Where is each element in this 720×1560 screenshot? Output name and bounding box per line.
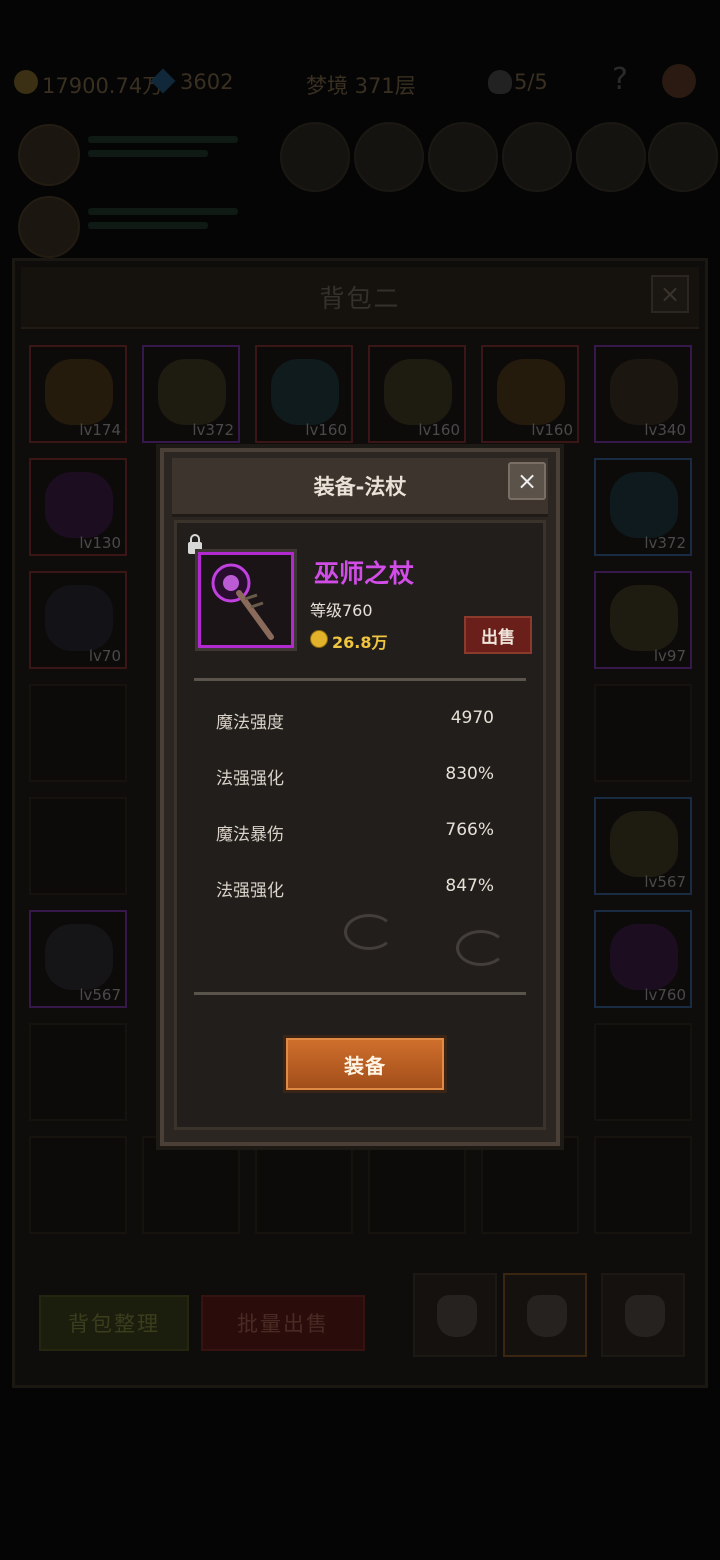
pendant-icon xyxy=(271,359,339,425)
amulet-icon xyxy=(497,359,565,425)
gold-amount: 17900.74万 xyxy=(42,74,164,98)
inventory-slot[interactable]: lv160 xyxy=(481,345,579,443)
pouch-icon xyxy=(437,1295,477,1337)
modal-title: 装备-法杖 xyxy=(172,458,548,517)
stat-label: 法强强化 xyxy=(216,769,284,789)
inventory-slot[interactable]: lv372 xyxy=(142,345,240,443)
inventory-slot-empty[interactable] xyxy=(29,797,127,895)
inventory-slot[interactable]: lv174 xyxy=(29,345,127,443)
hero-hp-bar xyxy=(88,208,238,215)
sell-button[interactable]: 出售 xyxy=(464,616,532,654)
stat-value: 766% xyxy=(445,820,494,840)
inventory-slot[interactable]: lv567 xyxy=(29,910,127,1008)
wizard-staff-icon xyxy=(211,563,274,640)
inventory-slot[interactable]: lv160 xyxy=(368,345,466,443)
inventory-slot[interactable]: lv760 xyxy=(594,910,692,1008)
hero-mp-bar xyxy=(88,222,208,229)
gold-coin-icon xyxy=(14,70,38,94)
stat-row: 法强强化 847% xyxy=(216,876,494,906)
inventory-slot[interactable]: lv160 xyxy=(255,345,353,443)
inventory-slot-empty[interactable] xyxy=(594,1136,692,1234)
backpack-tab-3[interactable] xyxy=(601,1273,685,1357)
backpack-tab-2[interactable] xyxy=(503,1273,587,1357)
stat-row: 魔法强度 4970 xyxy=(216,708,494,738)
item-level: 等级760 xyxy=(310,601,373,620)
bulk-sell-button[interactable]: 批量出售 xyxy=(201,1295,365,1351)
divider xyxy=(194,678,526,681)
inventory-slot-empty[interactable] xyxy=(368,1136,466,1234)
item-portrait xyxy=(198,552,294,648)
stat-value: 847% xyxy=(445,876,494,896)
skill-slot[interactable] xyxy=(428,122,498,192)
backpack-title: 背包二 xyxy=(21,267,699,329)
top-hud: 17900.74万 3602 梦境 371层 5/5 ? xyxy=(0,60,720,110)
feather-icon xyxy=(610,359,678,425)
lives-count: 5/5 xyxy=(514,70,548,94)
inventory-slot-empty[interactable] xyxy=(481,1136,579,1234)
hero-avatar[interactable] xyxy=(18,196,80,258)
hero-hp-bar xyxy=(88,136,238,143)
stat-row: 法强强化 830% xyxy=(216,764,494,794)
gold-coin-icon xyxy=(310,630,328,648)
boots-icon xyxy=(45,924,113,990)
divider xyxy=(194,992,526,995)
inventory-slot[interactable]: lv70 xyxy=(29,571,127,669)
equip-button[interactable]: 装备 xyxy=(286,1038,444,1090)
backpack-tab-1[interactable] xyxy=(413,1273,497,1357)
inventory-slot[interactable]: lv567 xyxy=(594,797,692,895)
help-icon[interactable]: ? xyxy=(612,62,628,97)
ring-icon xyxy=(384,359,452,425)
stat-label: 魔法暴伤 xyxy=(216,825,284,845)
stat-label: 法强强化 xyxy=(216,881,284,901)
hero-avatar[interactable] xyxy=(18,124,80,186)
inventory-slot[interactable]: lv97 xyxy=(594,571,692,669)
gem-amount: 3602 xyxy=(180,70,234,94)
helmet-icon xyxy=(45,359,113,425)
inventory-slot-empty[interactable] xyxy=(255,1136,353,1234)
orb-icon xyxy=(610,472,678,538)
inventory-slot-empty[interactable] xyxy=(594,684,692,782)
pouch-icon xyxy=(527,1295,567,1337)
inventory-slot[interactable]: lv130 xyxy=(29,458,127,556)
hero-mp-bar xyxy=(88,150,208,157)
inventory-slot[interactable]: lv372 xyxy=(594,458,692,556)
skill-slot[interactable] xyxy=(502,122,572,192)
inventory-slot[interactable]: lv340 xyxy=(594,345,692,443)
stat-value: 830% xyxy=(445,764,494,784)
skill-slot[interactable] xyxy=(576,122,646,192)
ring-icon xyxy=(158,359,226,425)
ring-icon xyxy=(610,811,678,877)
equipment-detail-modal: 装备-法杖 × 巫师之杖 等级760 26.8万 出售 魔法强度 4970 法强… xyxy=(160,448,560,1146)
item-name: 巫师之杖 xyxy=(314,559,415,588)
settings-icon[interactable] xyxy=(662,64,696,98)
smoke-swirl xyxy=(456,930,506,966)
hero-row-2 xyxy=(10,190,710,260)
inventory-slot-empty[interactable] xyxy=(29,684,127,782)
stat-row: 魔法暴伤 766% xyxy=(216,820,494,850)
stage-label: 梦境 371层 xyxy=(306,74,416,98)
skull-icon xyxy=(488,70,512,94)
inventory-slot-empty[interactable] xyxy=(142,1136,240,1234)
smoke-swirl xyxy=(344,914,394,950)
stat-value: 4970 xyxy=(450,708,494,728)
stat-label: 魔法强度 xyxy=(216,713,284,733)
backpack-close-button[interactable]: × xyxy=(651,275,689,313)
claw-icon xyxy=(45,472,113,538)
gauntlet-icon xyxy=(45,585,113,651)
modal-close-button[interactable]: × xyxy=(508,462,546,500)
magic-orb-icon xyxy=(610,924,678,990)
skill-slot[interactable] xyxy=(354,122,424,192)
pouch-icon xyxy=(625,1295,665,1337)
inventory-slot-empty[interactable] xyxy=(594,1023,692,1121)
skill-slot[interactable] xyxy=(280,122,350,192)
skill-slot[interactable] xyxy=(648,122,718,192)
inventory-slot-empty[interactable] xyxy=(29,1023,127,1121)
sort-backpack-button[interactable]: 背包整理 xyxy=(39,1295,189,1351)
item-sell-price: 26.8万 xyxy=(332,633,388,652)
ring-icon xyxy=(610,585,678,651)
inventory-slot-empty[interactable] xyxy=(29,1136,127,1234)
